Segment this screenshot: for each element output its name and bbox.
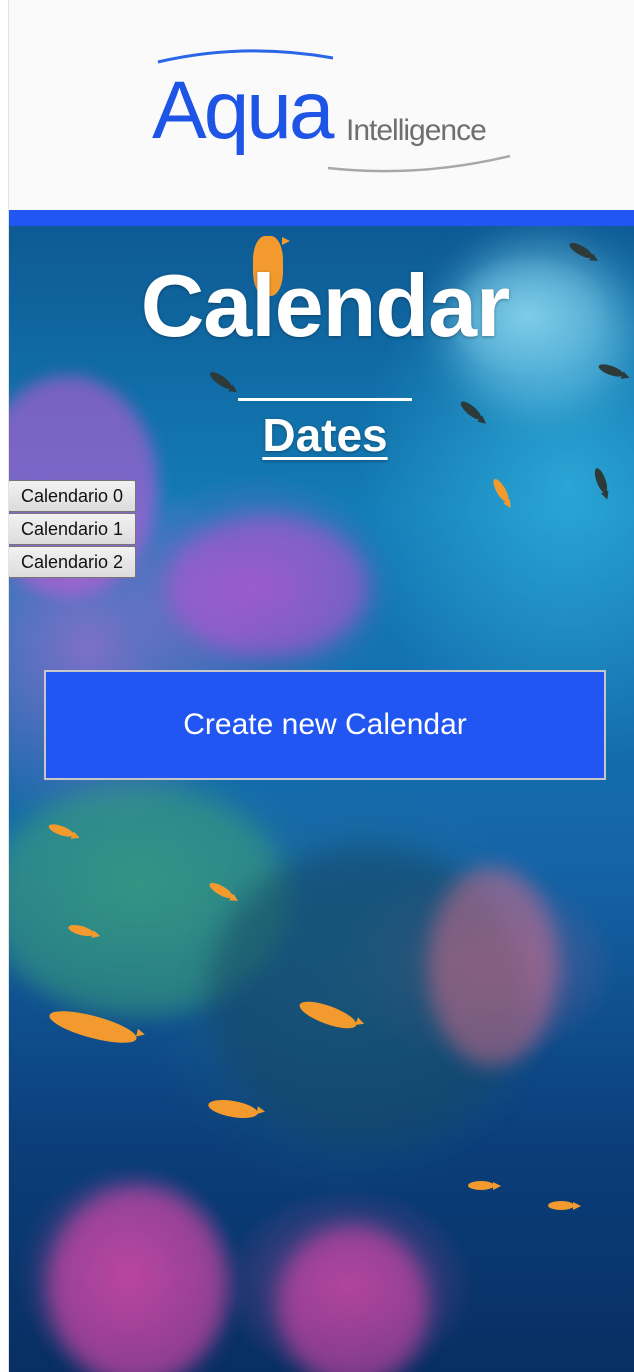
logo-bottom-arc <box>327 154 511 173</box>
calendar-button-1[interactable]: Calendario 1 <box>8 513 137 545</box>
fish-icon <box>592 466 610 495</box>
aqua-intelligence-logo[interactable]: Aqua Intelligence <box>148 40 518 180</box>
ocean-hero: Calendar Dates Calendario 0 Calendario 1… <box>8 226 634 1372</box>
coral-pink-right <box>428 866 558 1066</box>
subtitle-overline <box>238 398 412 401</box>
coral-magenta-bottom-left <box>48 1186 228 1372</box>
fish-icon <box>468 1181 501 1190</box>
fish-icon <box>490 476 512 505</box>
logo-sub-text: Intelligence <box>346 114 486 147</box>
page-subtitle: Dates <box>262 409 388 461</box>
calendar-button-0[interactable]: Calendario 0 <box>8 480 137 512</box>
coral-magenta-bottom-mid <box>278 1226 428 1372</box>
site-header: Aqua Intelligence <box>8 0 634 210</box>
logo-top-arc <box>157 49 334 64</box>
page-title: Calendar <box>140 256 511 355</box>
fish-icon <box>548 1201 581 1210</box>
logo-graphic: Aqua Intelligence <box>152 49 511 173</box>
calendar-button-2[interactable]: Calendario 2 <box>8 546 137 578</box>
header-accent-bar <box>8 210 634 226</box>
create-calendar-button[interactable]: Create new Calendar <box>44 670 606 780</box>
logo-main-text: Aqua <box>152 65 335 156</box>
coral-purple-center <box>168 516 368 656</box>
app-page: Aqua Intelligence Calendar Dates Calenda… <box>0 0 634 1372</box>
calendar-list: Calendario 0 Calendario 1 Calendario 2 <box>8 480 137 578</box>
fish-icon <box>206 1096 260 1122</box>
fish-icon <box>207 369 235 392</box>
page-left-edge <box>0 0 9 1372</box>
